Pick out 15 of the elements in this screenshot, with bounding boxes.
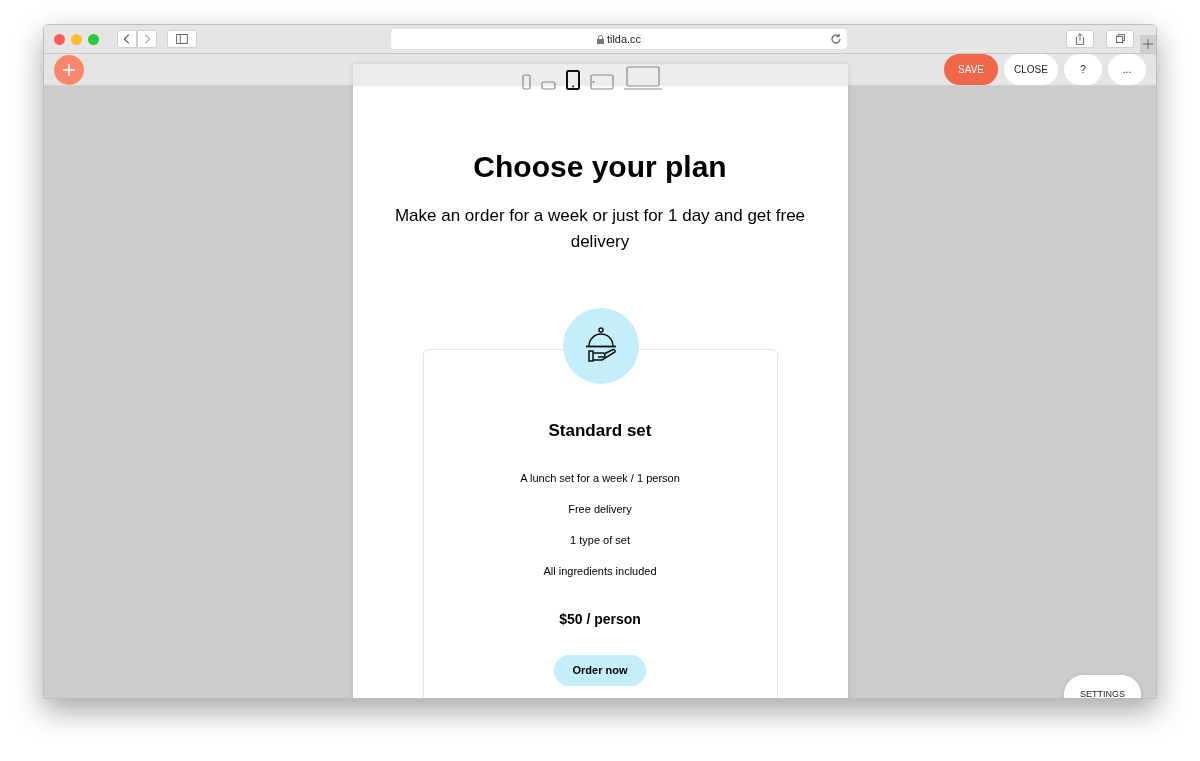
plan-feature: A lunch set for a week / 1 person	[520, 470, 680, 486]
plan-price: $50 / person	[559, 609, 641, 629]
order-button[interactable]: Order now	[554, 654, 646, 686]
page-subtitle: Make an order for a week or just for 1 day and get free delivery	[393, 205, 807, 253]
plan-feature: Free delivery	[568, 501, 632, 517]
toolbar-button[interactable]: ?	[1064, 54, 1102, 85]
address-bar[interactable]: tilda.cc	[391, 29, 847, 49]
plan-feature: All ingredients included	[543, 563, 657, 579]
page-title: Choose your plan	[473, 149, 727, 185]
toolbar-button[interactable]: CLOSE	[1004, 54, 1058, 85]
plan-feature: 1 type of set	[570, 532, 630, 548]
toolbar-button[interactable]: ...	[1108, 54, 1146, 85]
settings-button[interactable]: SETTINGS	[1064, 675, 1141, 698]
plan-title: Standard set	[548, 420, 652, 442]
address-text: tilda.cc	[606, 31, 642, 47]
